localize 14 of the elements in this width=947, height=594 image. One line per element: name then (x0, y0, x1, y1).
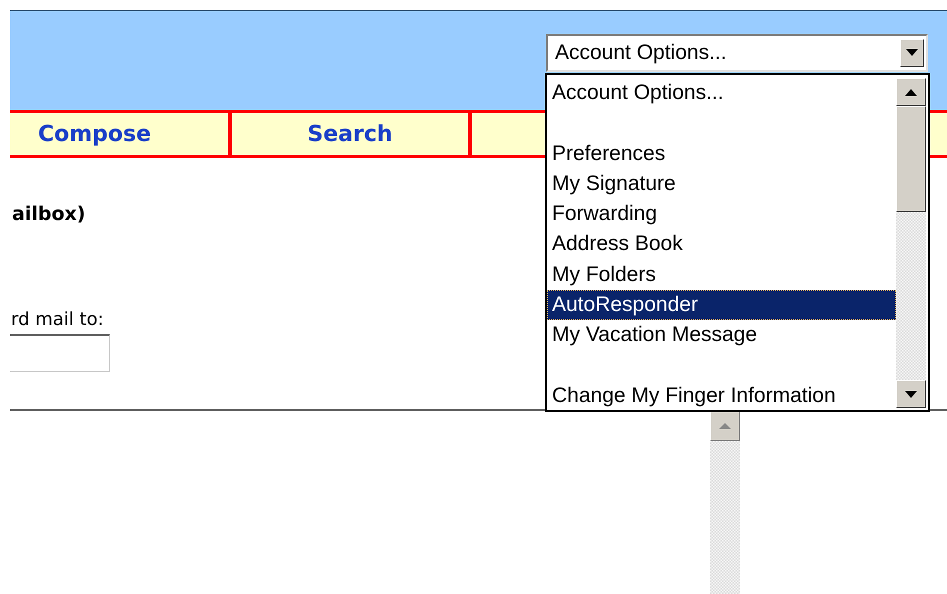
dropdown-option[interactable]: Forwarding (547, 199, 896, 230)
account-options-select[interactable]: Account Options... (546, 34, 928, 72)
dropdown-option[interactable]: Change My Finger Information (547, 380, 896, 412)
nav-tab[interactable]: Compose (10, 113, 232, 155)
dropdown-option[interactable]: My Folders (547, 260, 896, 290)
dropdown-option[interactable]: My Vacation Message (547, 320, 896, 351)
dropdown-option[interactable]: Address Book (547, 229, 896, 260)
dropdown-option[interactable]: Account Options... (547, 78, 896, 108)
nav-tab[interactable]: Search (232, 113, 472, 155)
page-heading: ailbox) (11, 203, 86, 227)
dropdown-option[interactable]: AutoResponder (547, 290, 896, 320)
dropdown-option[interactable]: My Signature (547, 168, 896, 200)
dropdown-option[interactable]: Preferences (547, 138, 896, 169)
field-label: rd mail to: (10, 309, 104, 330)
